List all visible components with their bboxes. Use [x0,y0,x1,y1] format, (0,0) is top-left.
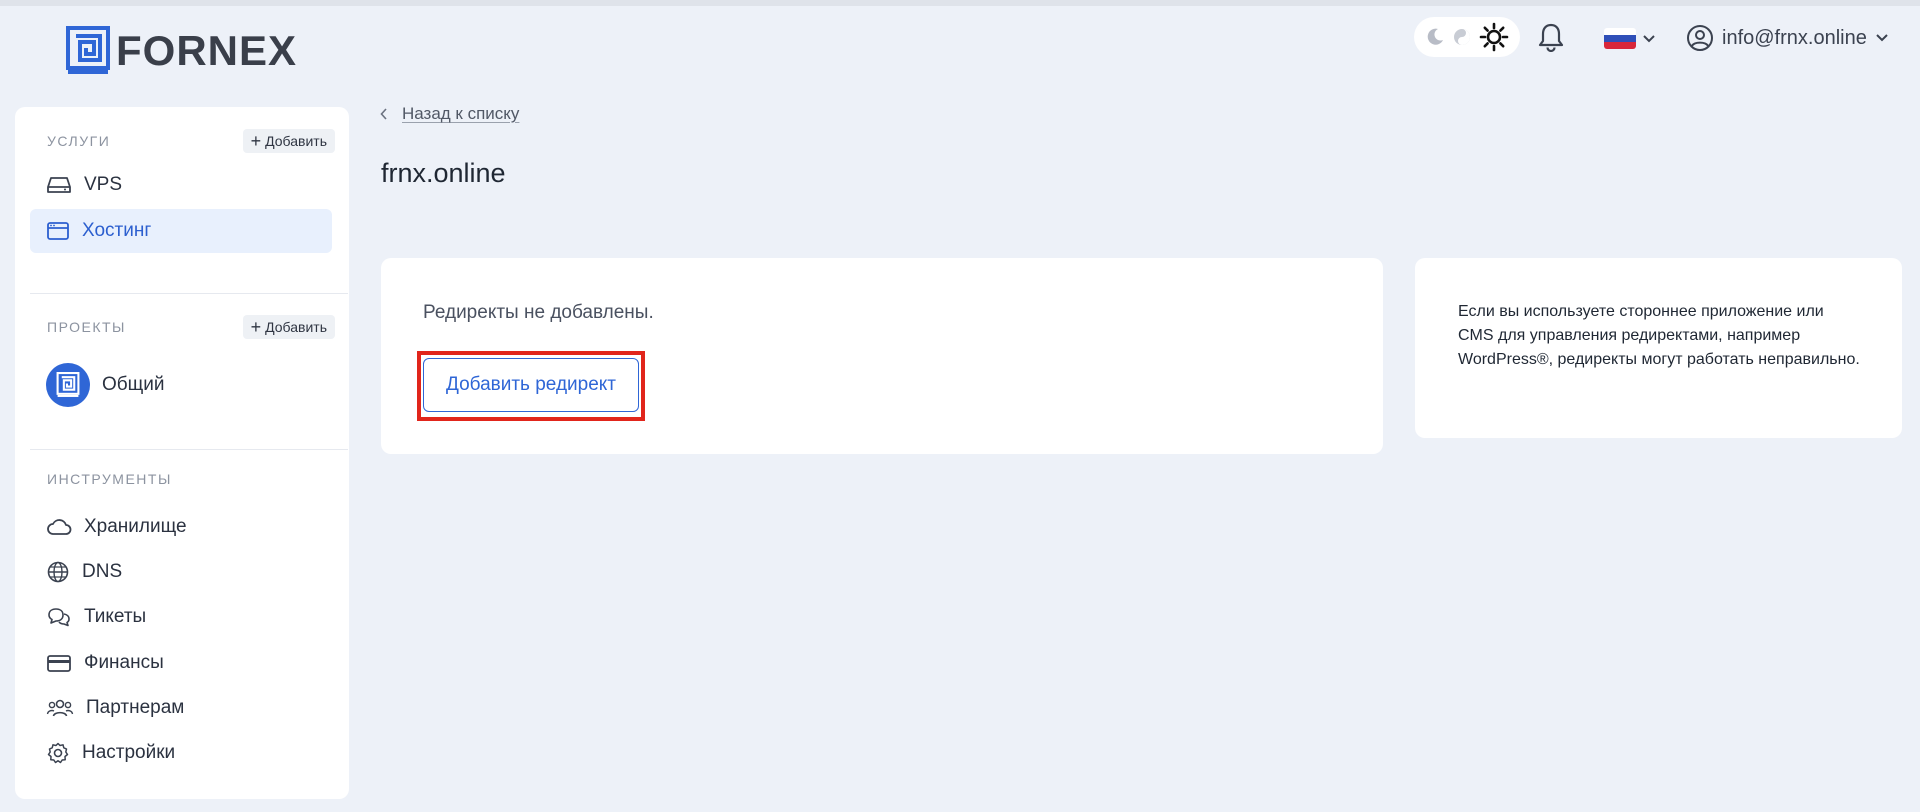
browser-window-icon [47,222,69,240]
sidebar-item-label: Хранилище [84,516,187,537]
page-title: frnx.online [381,158,506,188]
section-title-services: Услуги [47,133,111,149]
info-text: Если вы используете стороннее приложение… [1458,303,1860,368]
services-section-header: Услуги + Добавить [47,129,335,153]
sidebar-item-partners[interactable]: Партнерам [30,686,332,730]
sidebar-item-hosting[interactable]: Хостинг [30,209,332,253]
sidebar-item-tickets[interactable]: Тикеты [30,595,332,639]
sidebar-item-finance[interactable]: Финансы [30,641,332,685]
add-project-button[interactable]: + Добавить [242,315,335,339]
language-selector[interactable] [1604,28,1656,49]
sidebar-item-settings[interactable]: Настройки [30,731,332,775]
sidebar-item-label: VPS [84,174,123,195]
chevron-left-icon [380,108,387,120]
sidebar-item-storage[interactable]: Хранилище [30,505,332,549]
add-service-button[interactable]: + Добавить [242,129,335,153]
theme-switcher[interactable] [1414,17,1520,57]
sidebar-item-dns[interactable]: DNS [30,550,332,594]
card-icon [47,655,71,672]
user-circle-icon [1687,25,1713,51]
add-project-label: Добавить [265,319,327,335]
sidebar-item-label: Общий [102,374,165,395]
user-menu[interactable]: info@frnx.online [1686,24,1889,52]
plus-icon: + [250,131,262,151]
add-redirect-button[interactable]: Добавить редирект [423,358,639,412]
fornex-logo-icon [66,26,110,74]
back-label: Назад к списку [402,104,520,123]
sidebar-item-project-general[interactable]: Общий [30,357,332,413]
tools-section-header: Инструменты [47,471,335,487]
globe-icon [47,561,69,583]
auto-icon[interactable] [1452,27,1472,47]
russia-flag-icon [1604,28,1636,49]
empty-redirects-message: Редиректы не добавлены. [423,302,654,323]
sidebar-item-label: Хостинг [82,220,152,241]
sun-icon[interactable] [1479,22,1509,52]
server-icon [47,177,71,193]
sidebar-item-label: Партнерам [86,697,185,718]
section-title-projects: Проекты [47,319,126,335]
brand-name: FORNEX [116,27,298,74]
info-card: Если вы используете стороннее приложение… [1415,258,1902,438]
brand-logo[interactable]: FORNEX [66,26,297,76]
user-email: info@frnx.online [1722,26,1867,49]
chat-icon [48,608,70,627]
gear-icon [47,742,69,764]
projects-section-header: Проекты + Добавить [47,315,335,339]
add-service-label: Добавить [265,133,327,149]
sidebar: Услуги + Добавить VPS Хостинг Проекты + … [15,107,349,799]
chevron-down-icon [1876,34,1888,42]
chevron-down-icon [1643,34,1655,42]
project-avatar [46,363,90,407]
sidebar-item-label: DNS [82,561,123,582]
sidebar-item-label: Финансы [84,652,164,673]
sidebar-item-label: Тикеты [84,606,147,627]
redirects-card: Редиректы не добавлены. Добавить редирек… [381,258,1383,454]
cloud-icon [47,519,72,535]
sidebar-item-label: Настройки [82,742,176,763]
users-icon [46,699,74,717]
section-title-tools: Инструменты [47,471,172,487]
section-divider [30,293,348,294]
plus-icon: + [250,317,262,337]
moon-icon[interactable] [1425,27,1445,47]
section-divider [30,449,348,450]
back-to-list-link[interactable]: Назад к списку [380,104,519,124]
notifications-bell-icon[interactable] [1537,22,1565,53]
top-strip [0,0,1920,6]
sidebar-item-vps[interactable]: VPS [30,163,332,207]
